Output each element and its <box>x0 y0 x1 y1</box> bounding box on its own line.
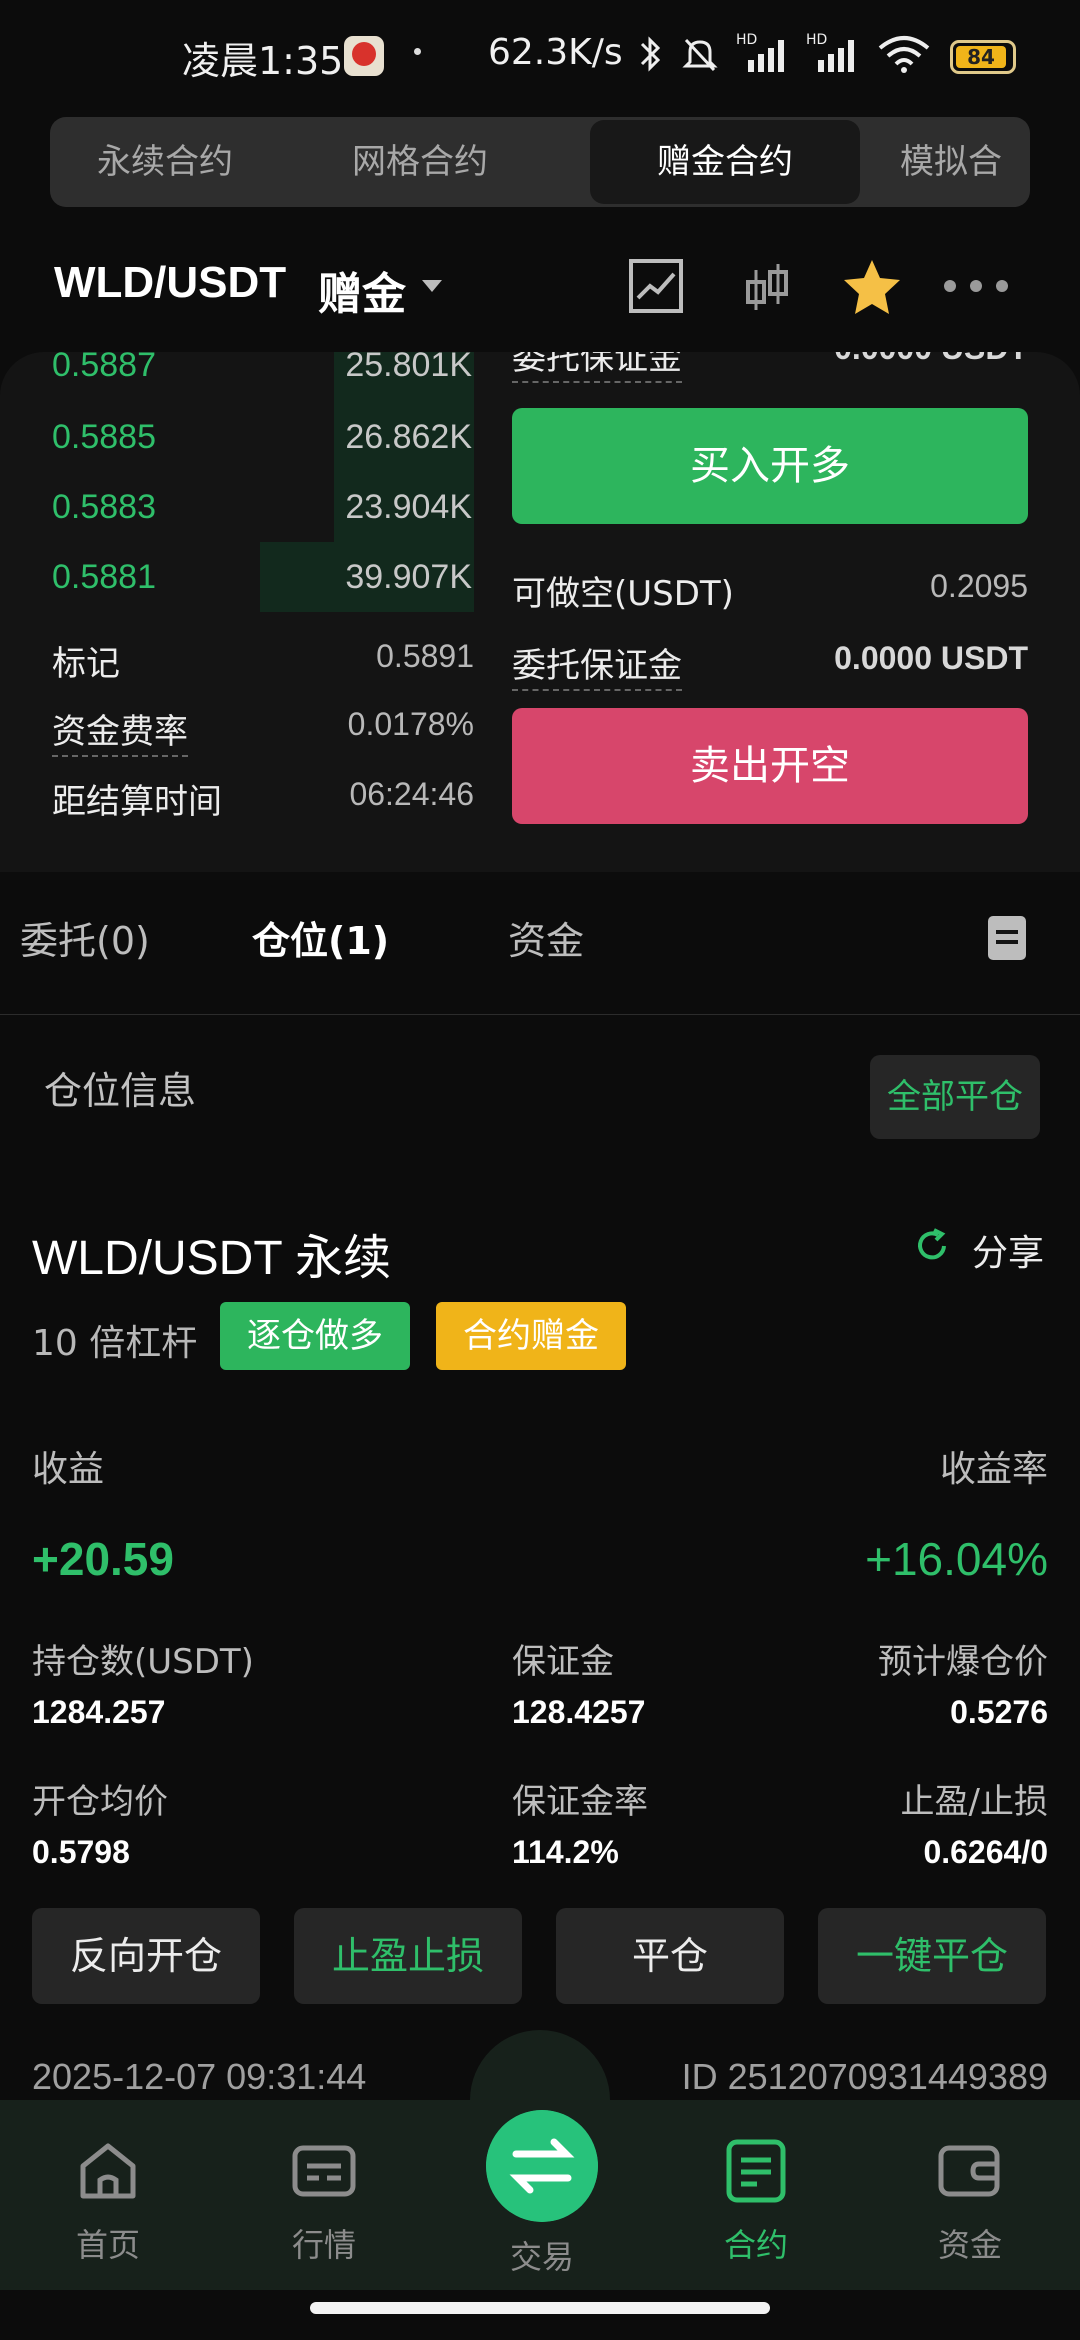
pair-symbol[interactable]: WLD/USDT <box>54 258 286 308</box>
ask-price[interactable]: 0.5887 <box>52 352 156 385</box>
mark-price-label: 标记 <box>52 644 120 684</box>
star-icon[interactable] <box>842 258 902 316</box>
size-label: 持仓数(USDT) <box>32 1642 254 1682</box>
gesture-area <box>0 2290 1080 2340</box>
liq-price-value: 0.5276 <box>950 1694 1048 1730</box>
share-icon[interactable] <box>912 1226 952 1266</box>
close-all-button[interactable]: 全部平仓 <box>870 1055 1040 1139</box>
wallet-icon <box>938 2145 1000 2197</box>
margin-ratio-value: 114.2% <box>512 1834 619 1870</box>
ask-qty: 26.862K <box>345 418 472 456</box>
status-dot <box>414 48 421 55</box>
home-icon <box>80 2143 136 2199</box>
position-tabs: 委托(0) 仓位(1) 资金 <box>0 880 1080 1015</box>
tab-orders[interactable]: 委托(0) <box>20 910 150 965</box>
svg-text:HD: HD <box>736 32 757 48</box>
nav-home[interactable]: 首页 <box>48 2136 168 2266</box>
net-speed: 62.3K/s <box>488 32 623 73</box>
tpsl-value: 0.6264/0 <box>923 1834 1048 1870</box>
tab-assets[interactable]: 资金 <box>508 910 584 965</box>
leverage-label: 10 倍杠杆 <box>32 1323 198 1364</box>
svg-text:HD: HD <box>806 32 827 48</box>
ask-qty: 25.801K <box>345 352 472 384</box>
funding-rate-label[interactable]: 资金费率 <box>52 704 188 757</box>
swap-icon[interactable] <box>486 2110 598 2222</box>
chart-icon[interactable] <box>628 258 684 314</box>
app-notification-icon <box>344 36 384 76</box>
short-available-label: 可做空(USDT) <box>512 574 734 614</box>
mute-icon <box>682 38 718 72</box>
entry-price-label: 开仓均价 <box>32 1782 168 1822</box>
nav-market-label: 行情 <box>291 2226 356 2264</box>
bluetooth-icon <box>640 36 661 72</box>
order-margin-value: 0.0000 USDT <box>834 352 1028 367</box>
order-id: ID 2512070931449389 <box>681 2056 1048 2097</box>
candlestick-icon[interactable] <box>742 260 792 316</box>
roe-value: +16.04% <box>865 1533 1048 1585</box>
tab-positions[interactable]: 仓位(1) <box>252 910 389 965</box>
nav-market[interactable]: 行情 <box>264 2136 384 2266</box>
nav-assets[interactable]: 资金 <box>910 2136 1030 2266</box>
bonus-badge: 合约赠金 <box>436 1302 626 1370</box>
pair-tag[interactable]: 赠金 <box>318 258 406 322</box>
chevron-down-icon[interactable] <box>422 280 442 292</box>
funding-rate-value: 0.0178% <box>347 706 474 742</box>
close-position-button[interactable]: 平仓 <box>556 1908 784 2004</box>
buy-long-button[interactable]: 买入开多 <box>512 408 1028 524</box>
order-panel: 0.5887 25.801K 0.5885 26.862K 0.5883 23.… <box>0 352 1080 872</box>
battery-icon: 84 <box>950 40 1016 74</box>
ask-price[interactable]: 0.5885 <box>52 418 156 457</box>
more-icon[interactable] <box>940 272 1012 300</box>
signal-icon: HD <box>736 32 784 72</box>
tpsl-label: 止盈/止损 <box>900 1782 1048 1822</box>
market-icon <box>292 2145 356 2197</box>
margin-value: 128.4257 <box>512 1694 646 1730</box>
order-margin-label-2[interactable]: 委托保证金 <box>512 638 682 691</box>
nav-home-label: 首页 <box>75 2226 140 2264</box>
margin-mode-badge: 逐仓做多 <box>220 1302 410 1370</box>
nav-futures[interactable]: 合约 <box>696 2136 816 2266</box>
ask-qty: 39.907K <box>345 558 472 596</box>
reverse-position-button[interactable]: 反向开仓 <box>32 1908 260 2004</box>
roe-label: 收益率 <box>939 1449 1048 1490</box>
size-value: 1284.257 <box>32 1694 166 1730</box>
settlement-countdown: 06:24:46 <box>349 776 474 812</box>
position-info-title: 仓位信息 <box>44 1069 197 1113</box>
order-margin-value-2: 0.0000 USDT <box>834 640 1028 676</box>
wifi-icon <box>878 36 930 73</box>
quick-close-button[interactable]: 一键平仓 <box>818 1908 1046 2004</box>
tab-bonus[interactable]: 赠金合约 <box>590 120 860 204</box>
tpsl-button[interactable]: 止盈止损 <box>294 1908 522 2004</box>
contract-type-tabs: 永续合约 网格合约 赠金合约 模拟合 <box>50 117 1030 207</box>
home-indicator[interactable] <box>310 2302 770 2314</box>
pnl-label: 收益 <box>32 1449 105 1490</box>
nav-futures-label: 合约 <box>723 2226 788 2264</box>
sell-short-button[interactable]: 卖出开空 <box>512 708 1028 824</box>
status-time: 凌晨1:35 <box>182 39 344 83</box>
status-bar: 凌晨1:35 62.3K/s HD HD 84 <box>0 0 1080 110</box>
share-button[interactable]: 分享 <box>972 1224 1044 1276</box>
ask-price[interactable]: 0.5883 <box>52 488 156 527</box>
pnl-value: +20.59 <box>32 1533 174 1585</box>
settlement-label: 距结算时间 <box>52 782 222 822</box>
tab-simulated[interactable]: 模拟合 <box>900 117 1030 207</box>
tab-grid[interactable]: 网格合约 <box>280 117 560 207</box>
short-available-value: 0.2095 <box>930 568 1028 604</box>
margin-ratio-label: 保证金率 <box>512 1782 648 1822</box>
open-time: 2025-12-07 09:31:44 <box>32 2056 367 2097</box>
document-icon[interactable] <box>988 916 1026 960</box>
nav-trade-label[interactable]: 交易 <box>480 2232 604 2278</box>
ask-price[interactable]: 0.5881 <box>52 558 156 597</box>
margin-label: 保证金 <box>512 1642 614 1682</box>
nav-assets-label: 资金 <box>937 2226 1002 2264</box>
tab-perpetual[interactable]: 永续合约 <box>50 117 280 207</box>
entry-price-value: 0.5798 <box>32 1834 130 1870</box>
position-symbol: WLD/USDT 永续 <box>32 1232 392 1285</box>
ask-qty: 23.904K <box>345 488 472 526</box>
signal-icon-2: HD <box>806 32 854 72</box>
mark-price-value: 0.5891 <box>376 638 474 674</box>
futures-icon <box>726 2139 786 2203</box>
order-margin-label[interactable]: 委托保证金 <box>512 352 682 383</box>
liq-price-label: 预计爆仓价 <box>878 1642 1048 1682</box>
